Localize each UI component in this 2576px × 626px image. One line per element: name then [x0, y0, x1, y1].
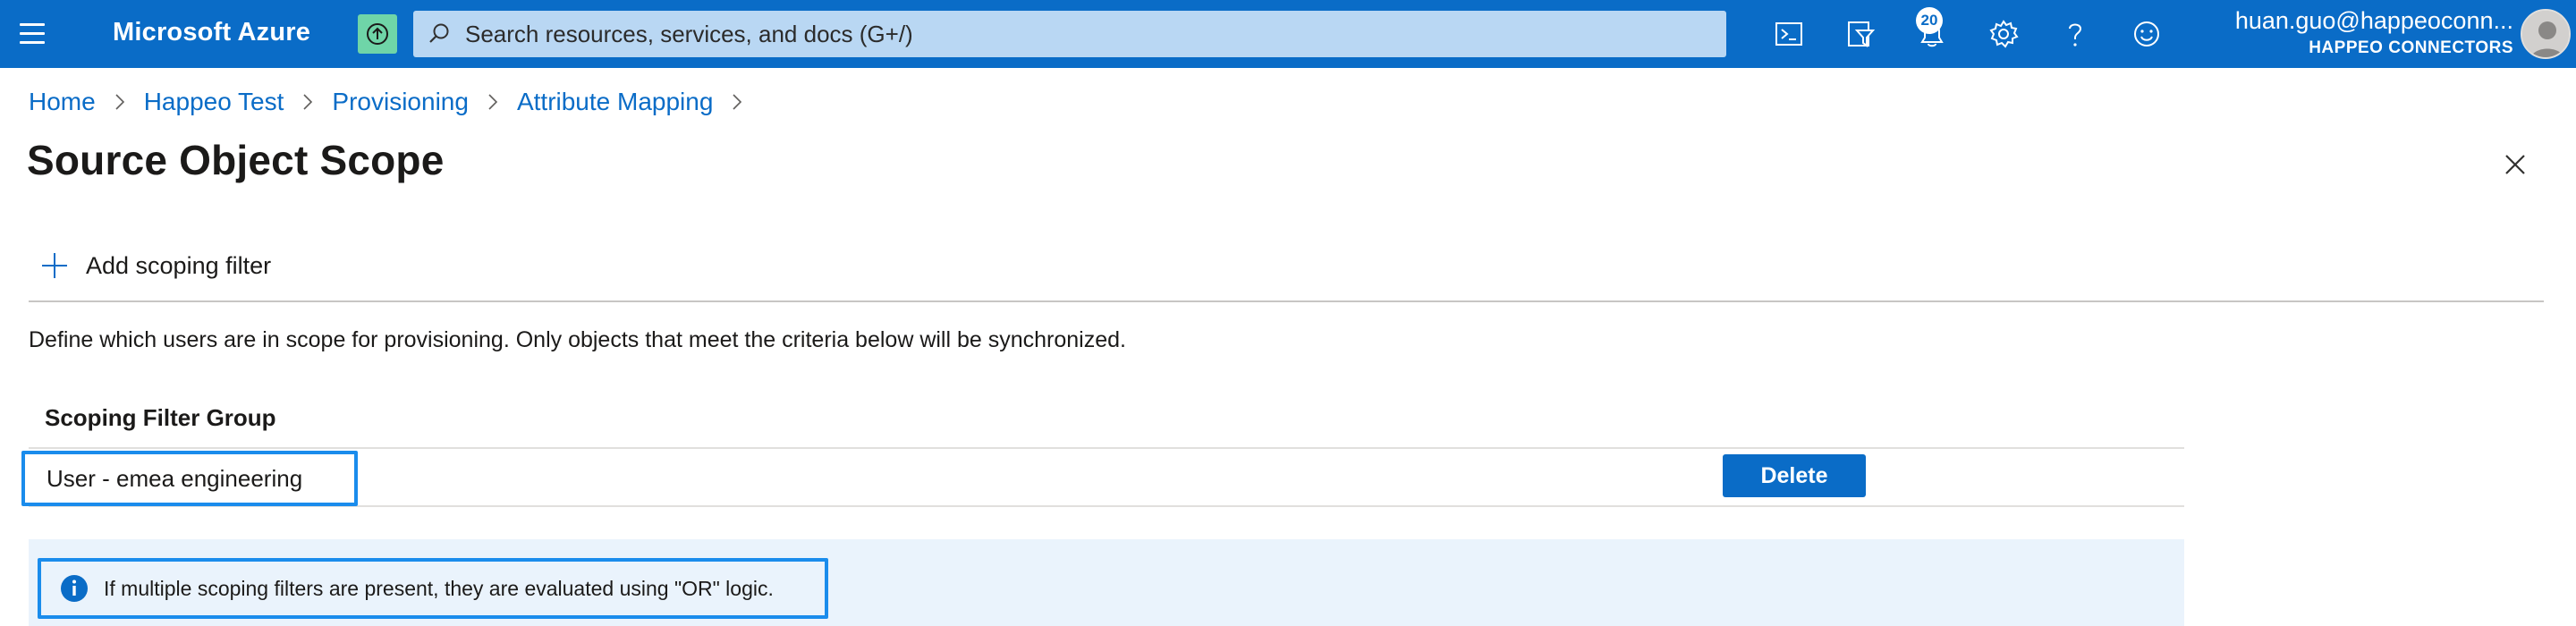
add-scoping-filter-button[interactable]: Add scoping filter	[39, 250, 271, 281]
notification-badge: 20	[1916, 7, 1943, 34]
chevron-right-icon	[724, 89, 750, 115]
breadcrumb-provisioning[interactable]: Provisioning	[332, 88, 469, 116]
chevron-right-icon	[479, 89, 506, 115]
directory-filter-icon[interactable]	[1843, 16, 1878, 52]
chevron-right-icon	[106, 89, 133, 115]
table-row[interactable]: User - emea engineering	[21, 451, 358, 506]
chevron-right-icon	[294, 89, 321, 115]
close-icon[interactable]	[2497, 147, 2533, 182]
brand-title[interactable]: Microsoft Azure	[113, 18, 310, 47]
breadcrumb-happeo-test[interactable]: Happeo Test	[144, 88, 284, 116]
scoping-filter-group-name: User - emea engineering	[47, 464, 303, 492]
feedback-icon[interactable]	[2129, 16, 2165, 52]
account-org: HAPPEO CONNECTORS	[2309, 38, 2513, 57]
table-divider	[29, 447, 2184, 449]
search-icon	[429, 23, 449, 43]
info-text: If multiple scoping filters are present,…	[104, 576, 774, 600]
gear-icon[interactable]	[1986, 16, 2021, 52]
avatar[interactable]	[2521, 9, 2571, 59]
plus-icon	[42, 253, 67, 278]
cloud-shell-icon[interactable]	[1771, 16, 1807, 52]
account-email: huan.guo@happeoconn...	[2234, 7, 2513, 34]
description-text: Define which users are in scope for prov…	[29, 327, 1126, 352]
upgrade-icon[interactable]	[358, 14, 397, 54]
info-message: If multiple scoping filters are present,…	[38, 558, 828, 619]
divider	[29, 300, 2544, 302]
search-box[interactable]	[413, 11, 1726, 57]
info-icon	[61, 575, 88, 602]
column-header-scoping-filter-group: Scoping Filter Group	[45, 404, 276, 431]
breadcrumb: Home Happeo Test Provisioning Attribute …	[29, 88, 761, 116]
help-icon[interactable]	[2057, 16, 2093, 52]
delete-button[interactable]: Delete	[1723, 454, 1866, 497]
menu-icon[interactable]	[20, 23, 48, 45]
breadcrumb-home[interactable]: Home	[29, 88, 96, 116]
top-bar: Microsoft Azure 20 huan.guo@happeoconn..…	[0, 0, 2576, 68]
page-title: Source Object Scope	[27, 137, 445, 183]
account-menu[interactable]: huan.guo@happeoconn... HAPPEO CONNECTORS	[2218, 7, 2513, 64]
breadcrumb-attribute-mapping[interactable]: Attribute Mapping	[517, 88, 713, 116]
search-input[interactable]	[465, 18, 1699, 50]
add-scoping-filter-label: Add scoping filter	[86, 251, 272, 279]
